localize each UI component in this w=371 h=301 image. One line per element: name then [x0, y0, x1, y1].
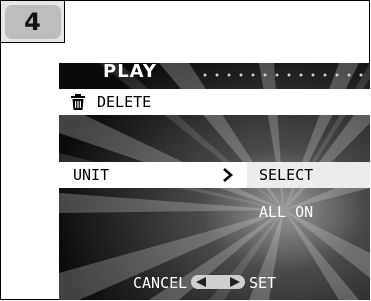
- button-guide-bar: CANCEL SET: [59, 269, 370, 297]
- menu-item-delete[interactable]: DELETE: [59, 89, 370, 115]
- camera-lcd-screen: PLAY DELETE UNIT SELECT ALL ON CANCEL SE…: [59, 63, 370, 300]
- step-number: 4: [4, 4, 61, 39]
- title-dotted-divider: [199, 73, 364, 77]
- chevron-right-icon: [223, 168, 233, 182]
- left-right-arrows-icon: [191, 275, 245, 289]
- cancel-label: CANCEL: [133, 274, 188, 292]
- step-badge: 4: [1, 1, 65, 43]
- menu-item-unit-label: UNIT: [73, 166, 110, 184]
- set-label: SET: [249, 274, 277, 292]
- instruction-panel: 4 PLAY DELETE UNIT SELECT ALL ON CANCEL …: [0, 0, 370, 300]
- trash-icon: [71, 94, 85, 110]
- option-select[interactable]: SELECT: [247, 162, 370, 188]
- option-all-on[interactable]: ALL ON: [259, 203, 313, 221]
- menu-item-unit[interactable]: UNIT SELECT: [59, 162, 370, 188]
- menu-item-delete-label: DELETE: [97, 93, 152, 111]
- option-select-label: SELECT: [259, 166, 314, 184]
- screen-title: PLAY: [103, 63, 157, 82]
